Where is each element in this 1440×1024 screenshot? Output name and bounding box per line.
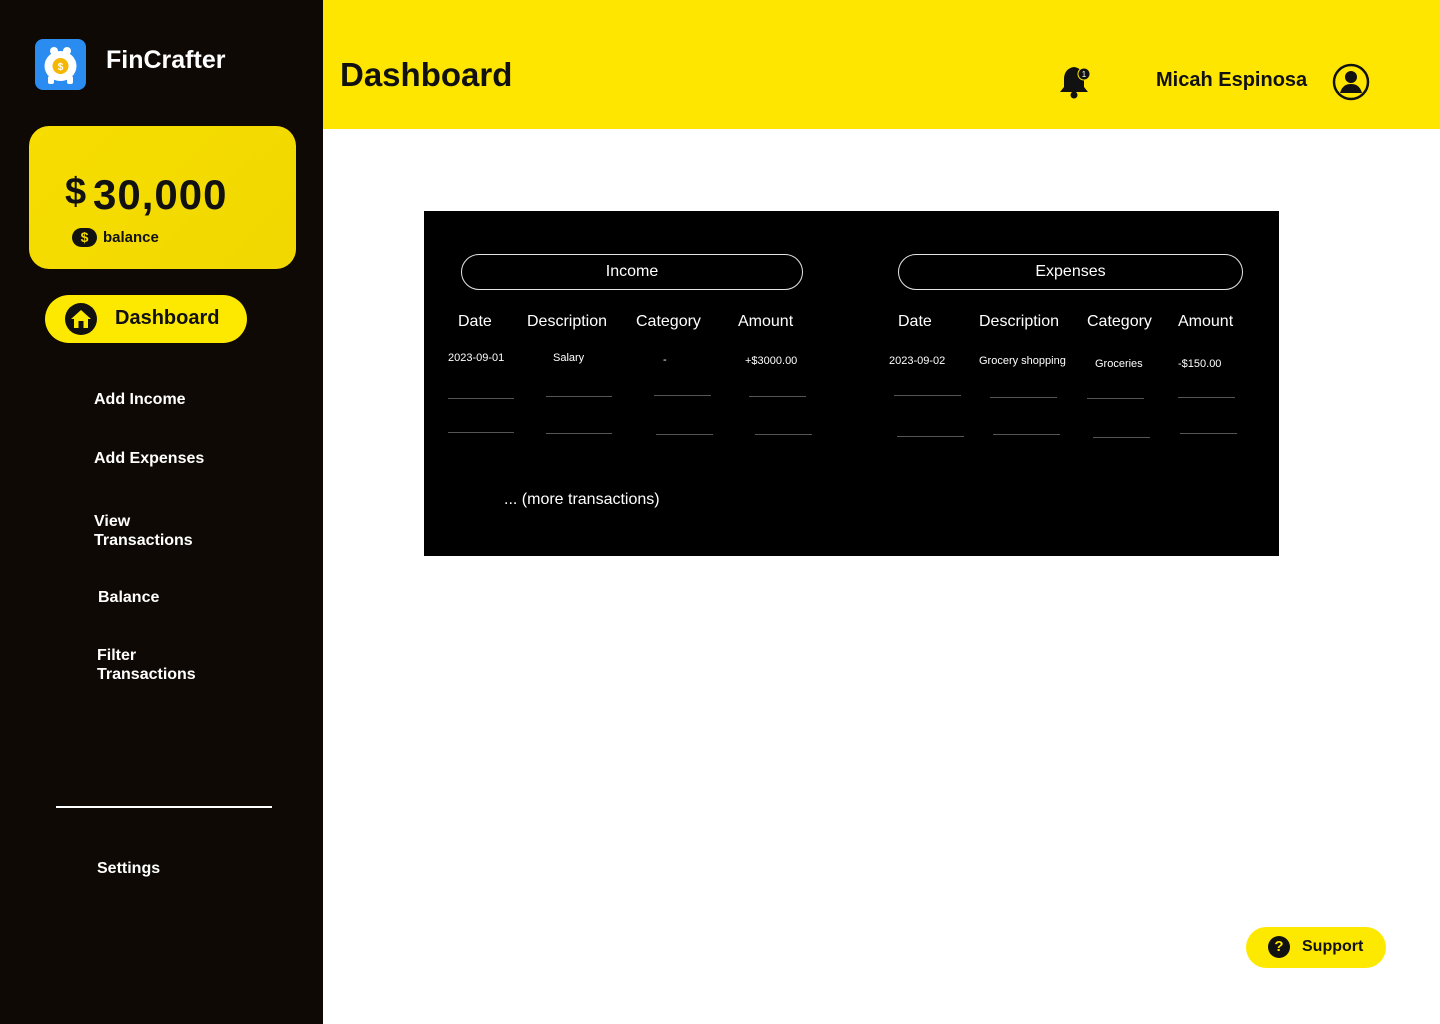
income-category: - (663, 354, 667, 366)
row-line (546, 433, 612, 434)
row-line (755, 434, 812, 435)
row-line (894, 395, 961, 396)
dollar-coin-icon: $ (72, 228, 97, 247)
nav-item-add-income[interactable]: Add Income (94, 390, 254, 409)
nav-item-dashboard[interactable]: Dashboard (45, 295, 247, 343)
app-name: FinCrafter (106, 46, 226, 74)
row-line (990, 397, 1057, 398)
nav-item-add-expenses[interactable]: Add Expenses (94, 449, 254, 468)
row-line (448, 432, 514, 433)
balance-card: $ 30,000 $ balance (29, 126, 296, 269)
row-line (448, 398, 514, 399)
nav-item-balance[interactable]: Balance (98, 588, 258, 607)
support-button[interactable]: ? Support (1246, 927, 1386, 968)
home-icon (65, 303, 97, 335)
income-amount: +$3000.00 (745, 355, 798, 367)
transactions-panel: Income Date Description Category Amount … (424, 211, 1279, 556)
income-col-description: Description (527, 313, 608, 330)
bell-icon[interactable]: 1 (1059, 62, 1093, 100)
income-col-amount: Amount (738, 313, 794, 330)
header-bar: Dashboard 1 Micah Espinosa (323, 0, 1440, 129)
expenses-col-amount: Amount (1178, 313, 1234, 330)
income-col-category: Category (636, 313, 701, 330)
sidebar: $ FinCrafter $ 30,000 $ balance Dashboar… (0, 0, 323, 1024)
expenses-col-description: Description (979, 313, 1060, 330)
expenses-col-date: Date (898, 313, 932, 330)
more-transactions-link[interactable]: ... (more transactions) (504, 491, 660, 509)
expense-category: Groceries (1095, 358, 1143, 370)
row-line (897, 436, 964, 437)
user-circle-icon[interactable] (1332, 63, 1370, 101)
expense-description: Grocery shopping (979, 355, 1066, 367)
income-description: Salary (553, 352, 585, 364)
expenses-tab[interactable]: Expenses (898, 254, 1243, 290)
balance-label: balance (103, 229, 159, 246)
row-line (1087, 398, 1144, 399)
piggy-bank-icon: $ (35, 39, 86, 90)
notification-count: 1 (1082, 70, 1087, 79)
expense-date: 2023-09-02 (889, 355, 946, 367)
nav-item-filter-transactions[interactable]: Filter Transactions (97, 646, 217, 684)
nav-item-settings[interactable]: Settings (97, 859, 257, 878)
user-name[interactable]: Micah Espinosa (1156, 69, 1307, 92)
page-title: Dashboard (340, 56, 513, 93)
row-line (1180, 433, 1237, 434)
row-line (993, 434, 1060, 435)
nav-item-view-transactions[interactable]: View Transactions (94, 512, 214, 550)
question-icon: ? (1268, 936, 1290, 958)
income-col-date: Date (458, 313, 492, 330)
balance-amount: 30,000 (93, 171, 228, 218)
support-label: Support (1302, 938, 1364, 955)
row-line (1093, 437, 1150, 438)
row-line (654, 395, 711, 396)
row-line (546, 396, 612, 397)
nav-item-label: Dashboard (115, 307, 220, 329)
row-line (656, 434, 713, 435)
row-line (749, 396, 806, 397)
sidebar-divider (56, 806, 272, 808)
expense-amount: -$150.00 (1178, 358, 1222, 370)
balance-currency: $ (65, 171, 87, 213)
income-tab[interactable]: Income (461, 254, 803, 290)
svg-text:$: $ (58, 62, 64, 73)
row-line (1178, 397, 1235, 398)
income-date: 2023-09-01 (448, 352, 505, 364)
expenses-col-category: Category (1087, 313, 1152, 330)
